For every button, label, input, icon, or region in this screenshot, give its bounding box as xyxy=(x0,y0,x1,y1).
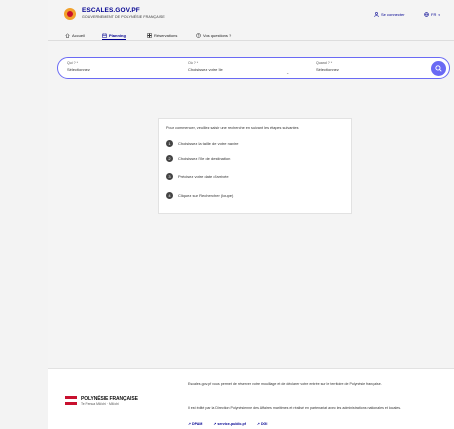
chevron-down-icon: ▾ xyxy=(438,12,440,17)
search-icon xyxy=(435,65,442,72)
help-icon xyxy=(196,33,201,38)
grid-icon xyxy=(147,33,152,38)
step-item: 2 Choisissez l'île de destination xyxy=(166,155,230,162)
footer-brand-subtitle: Te Fenua Mā'ohi · Mā'ohi xyxy=(81,402,119,406)
step-item: 1 Choisissez la taille de votre navire xyxy=(166,140,238,147)
when-field[interactable]: Quand ? * Sélectionnez xyxy=(316,61,339,72)
who-label: Qui ? * xyxy=(67,61,78,65)
tab-accueil[interactable]: Accueil xyxy=(65,31,85,40)
footer-editor-note: Il est édité par la Direction Polynésien… xyxy=(188,406,402,410)
search-button[interactable] xyxy=(431,61,446,76)
language-label: FR xyxy=(431,12,437,17)
tab-label: Planning xyxy=(109,32,126,38)
user-icon xyxy=(374,12,379,17)
step-item: 4 Cliquez sur Rechercher (loupe) xyxy=(166,192,233,199)
step-text: Précisez votre date d'arrivée xyxy=(178,174,229,179)
instructions-card: Pour commencer, veuillez saisir une rech… xyxy=(158,118,352,214)
who-value: Sélectionnez xyxy=(67,67,90,72)
when-label: Quand ? * xyxy=(316,61,333,65)
instructions-intro: Pour commencer, veuillez saisir une rech… xyxy=(166,126,299,130)
link-label: DPAM xyxy=(192,422,203,426)
flag-icon xyxy=(65,396,77,405)
link-label: service-public.pf xyxy=(217,422,246,426)
who-field[interactable]: Qui ? * Sélectionnez xyxy=(67,61,90,72)
where-label: Où ? * xyxy=(188,61,199,65)
site-header: ESCALES.GOV.PF GOUVERNEMENT DE POLYNÉSIE… xyxy=(48,0,454,27)
main-nav: Accueil Planning Réservations Vos questi… xyxy=(48,29,454,41)
tab-label: Vos questions ? xyxy=(203,33,232,38)
step-text: Cliquez sur Rechercher (loupe) xyxy=(178,193,234,198)
home-icon xyxy=(65,33,70,38)
step-item: 3 Précisez votre date d'arrivée xyxy=(166,173,229,180)
step-text: Choisissez l'île de destination xyxy=(178,156,231,161)
search-bar: Qui ? * Sélectionnez Où ? * Choisissez v… xyxy=(57,57,450,79)
step-number: 2 xyxy=(166,155,173,162)
page: ESCALES.GOV.PF GOUVERNEMENT DE POLYNÉSIE… xyxy=(48,0,454,429)
brand-title[interactable]: ESCALES.GOV.PF xyxy=(82,7,140,14)
where-value: Choisissez votre île xyxy=(188,67,223,72)
step-number: 1 xyxy=(166,140,173,147)
calendar-icon xyxy=(102,33,107,38)
footer-link-dpam[interactable]: ↗ DPAM xyxy=(188,422,202,426)
globe-icon xyxy=(424,12,429,17)
step-number: 4 xyxy=(166,192,173,199)
step-text: Choisissez la taille de votre navire xyxy=(178,141,239,146)
footer-link-service-public[interactable]: ↗ service-public.pf xyxy=(213,422,246,426)
login-link[interactable]: Se connecter xyxy=(374,12,405,17)
chevron-down-icon[interactable]: ⌄ xyxy=(286,70,289,75)
tab-label: Accueil xyxy=(72,33,85,38)
when-value: Sélectionnez xyxy=(316,67,339,72)
footer-link-dgi[interactable]: ↗ DGI xyxy=(257,422,267,426)
footer-links: ↗ DPAM ↗ service-public.pf ↗ DGI xyxy=(188,422,267,426)
link-label: DGI xyxy=(260,422,268,426)
step-number: 3 xyxy=(166,173,173,180)
site-footer: POLYNÉSIE FRANÇAISE Te Fenua Mā'ohi · Mā… xyxy=(48,368,454,429)
tab-label: Réservations xyxy=(154,33,178,38)
tab-planning[interactable]: Planning xyxy=(102,31,126,40)
brand-subtitle: GOUVERNEMENT DE POLYNÉSIE FRANÇAISE xyxy=(82,15,165,19)
where-field[interactable]: Où ? * Choisissez votre île xyxy=(188,61,223,72)
language-selector[interactable]: FR ▾ xyxy=(424,12,440,17)
tab-reservations[interactable]: Réservations xyxy=(147,31,177,40)
login-label: Se connecter xyxy=(381,12,405,17)
tab-questions[interactable]: Vos questions ? xyxy=(196,31,231,40)
footer-description: Escales.gov.pf vous permet de réserver v… xyxy=(188,382,382,386)
logo-icon[interactable] xyxy=(64,8,76,20)
